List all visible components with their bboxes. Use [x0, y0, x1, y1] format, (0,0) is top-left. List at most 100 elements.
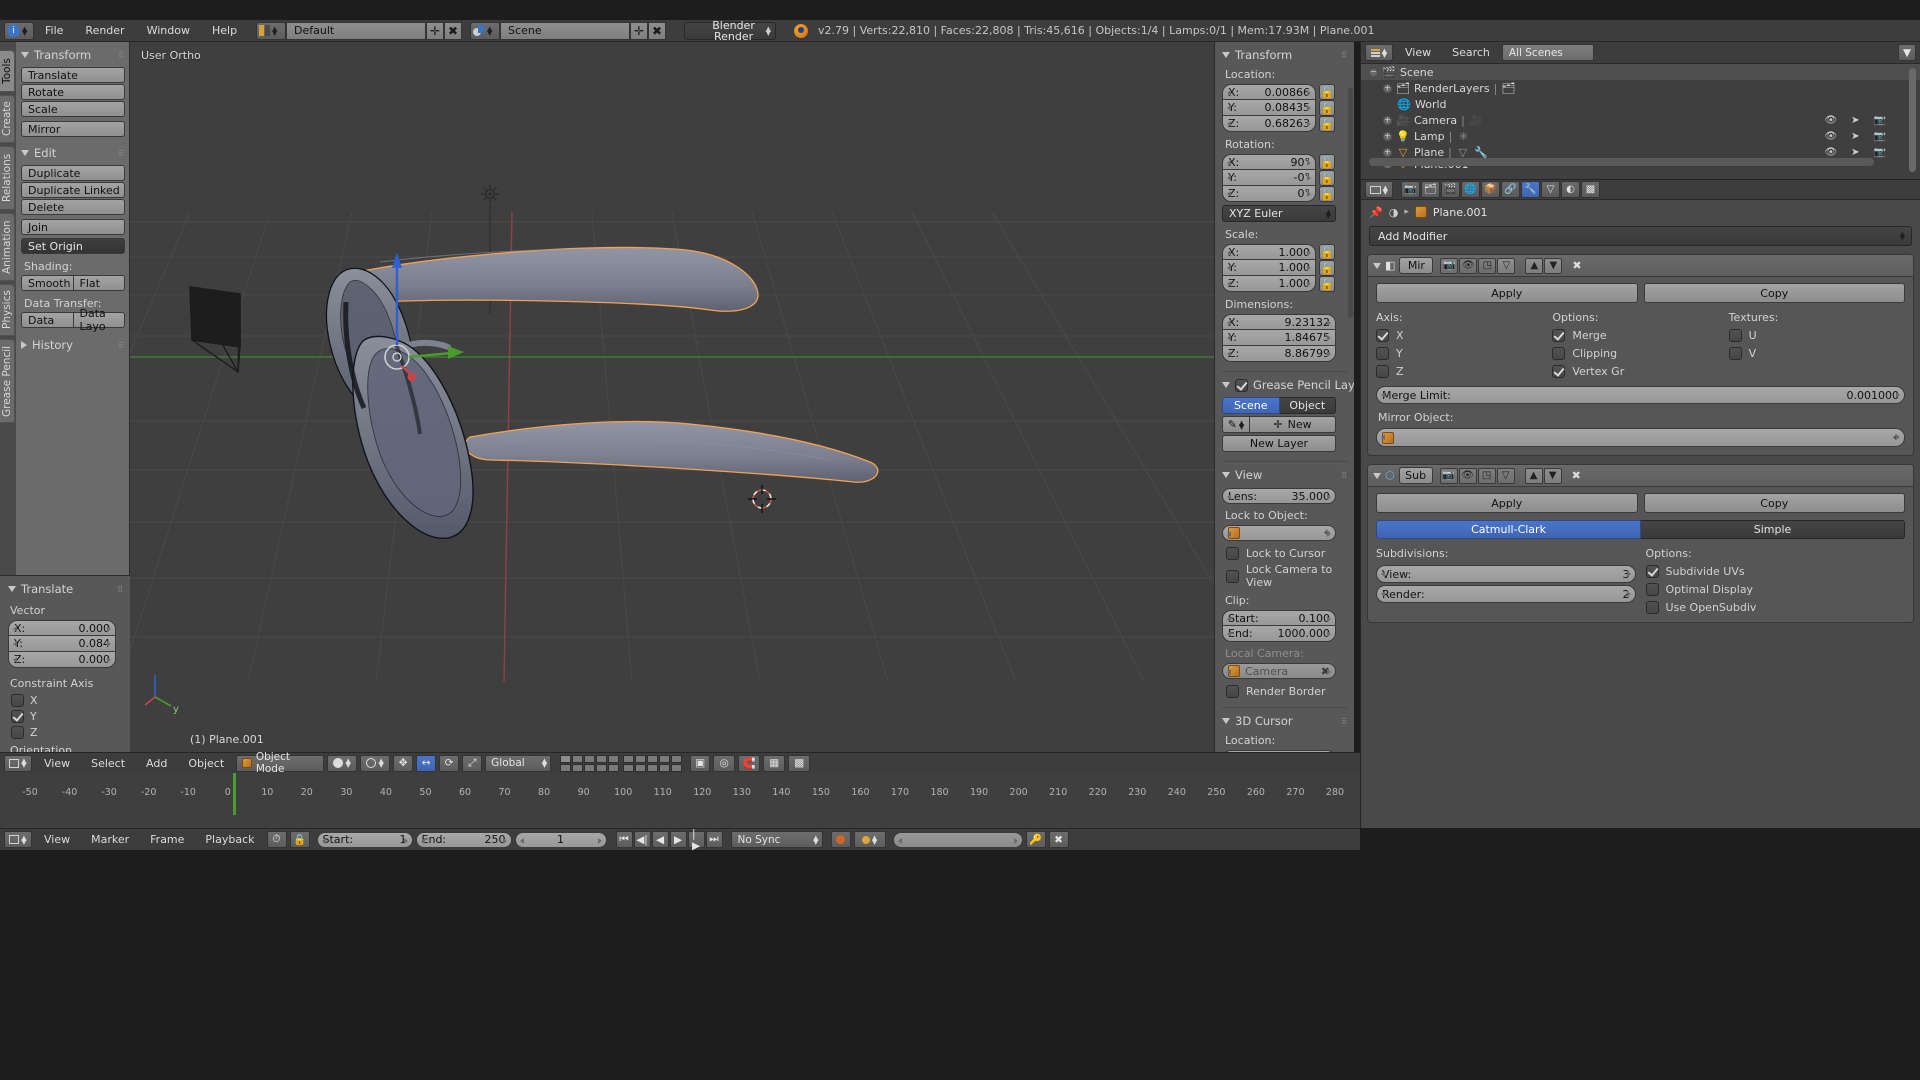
location-x-lock-icon[interactable]: 🔓 — [1319, 84, 1335, 100]
mirror-texture-u-row[interactable]: U — [1728, 329, 1905, 342]
tab-create[interactable]: Create — [0, 95, 15, 143]
collapse-icon[interactable]: − — [1369, 67, 1378, 77]
mirror-viewport-visibility-icon[interactable]: 👁 — [1459, 257, 1478, 274]
mirror-render-visibility-icon[interactable]: 📷 — [1440, 257, 1459, 274]
constraint-axis-x-row[interactable]: X — [11, 694, 124, 707]
tab-modifiers[interactable]: 🔧 — [1521, 181, 1540, 198]
tab-object[interactable]: 📦 — [1481, 181, 1500, 198]
camera-selectable-cursor-icon[interactable]: ➤ — [1851, 115, 1859, 126]
subsurf-move-down-icon[interactable]: ▼ — [1543, 467, 1562, 484]
viewport-menu-select[interactable]: Select — [82, 757, 134, 770]
subsurf-viewport-visibility-icon[interactable]: 👁 — [1458, 467, 1477, 484]
render-final-icon[interactable]: ▩ — [788, 754, 811, 772]
grease-pencil-object-button[interactable]: Object — [1279, 397, 1336, 414]
location-z-field[interactable]: Z: 0.68263 — [1222, 116, 1316, 132]
subsurf-render-field[interactable]: Render: 2 — [1376, 585, 1636, 603]
local-camera-field[interactable]: Camera ✖ — [1222, 663, 1336, 679]
clip-end-field[interactable]: End: 1000.000 — [1222, 626, 1336, 642]
outliner-row-scene[interactable]: − 🎬 Scene — [1361, 64, 1920, 80]
rotation-z-lock-icon[interactable]: 🔓 — [1319, 186, 1335, 202]
timeline-menu-marker[interactable]: Marker — [82, 833, 138, 846]
scale-z-field[interactable]: Z: 1.000 — [1222, 276, 1316, 292]
tab-tools[interactable]: Tools — [0, 50, 15, 92]
mirror-modifier-header[interactable]: ◧ Mir 📷 👁 ◳ ▽ ▲ ▼ ✖ — [1368, 255, 1913, 277]
translate-button[interactable]: Translate — [21, 67, 125, 83]
render-border-row[interactable]: Render Border — [1226, 685, 1348, 698]
tab-world[interactable]: 🌐 — [1461, 181, 1480, 198]
rotate-button[interactable]: Rotate — [21, 84, 125, 100]
add-screen-layout-button[interactable]: ✛ — [426, 21, 445, 40]
delete-screen-layout-button[interactable]: ✖ — [444, 21, 463, 40]
jump-to-start-icon[interactable]: ⏮ — [615, 831, 633, 848]
tab-relations[interactable]: Relations — [0, 146, 15, 210]
timeline-ruler[interactable]: -50 -40 -30 -20 -10 0 10 20 30 40 50 60 70 80 90 100 110… — [0, 773, 1360, 815]
tab-physics[interactable]: Physics — [0, 284, 15, 336]
grease-pencil-panel-header[interactable]: Grease Pencil Layers — [1222, 378, 1354, 392]
constraint-axis-y-row[interactable]: Y — [11, 710, 124, 723]
constraint-axis-z-checkbox[interactable] — [11, 726, 24, 739]
dimensions-x-field[interactable]: X: 9.23132 — [1222, 314, 1336, 330]
editor-type-icon[interactable]: ▲ ▼ — [4, 754, 32, 772]
mirror-axis-x-row[interactable]: X — [1376, 329, 1552, 342]
lamp-data-icon[interactable]: ✳ — [1456, 130, 1470, 143]
constraint-axis-y-checkbox[interactable] — [11, 710, 24, 723]
use-opensubdiv-row[interactable]: Use OpenSubdiv — [1645, 601, 1906, 614]
mirror-move-up-icon[interactable]: ▲ — [1525, 257, 1544, 274]
timeline-editor[interactable]: -50 -40 -30 -20 -10 0 10 20 30 40 50 60 70 80 90 100 110… — [0, 773, 1360, 828]
scale-x-field[interactable]: X: 1.000 — [1222, 244, 1316, 260]
set-origin-button[interactable]: Set Origin — [21, 238, 125, 254]
mesh-data-icon[interactable]: ▽ — [1456, 146, 1470, 159]
outliner-editor[interactable]: ▲ ▼ View Search All Scenes ▼ − 🎬 Scene + … — [1360, 42, 1920, 179]
mirror-merge-checkbox[interactable] — [1552, 329, 1566, 342]
chevron-down-icon[interactable] — [1373, 262, 1381, 269]
use-preview-range-icon[interactable]: ⏱ — [266, 831, 287, 848]
viewport-shading-icon[interactable]: ▲ ▼ — [327, 754, 358, 772]
view-panel-header[interactable]: View ⠿ — [1222, 468, 1348, 482]
subsurf-move-up-icon[interactable]: ▲ — [1524, 467, 1543, 484]
scale-x-lock-icon[interactable]: 🔓 — [1319, 244, 1335, 260]
rotation-mode-select[interactable]: XYZ Euler ▲ ▼ — [1222, 205, 1336, 222]
camera-data-icon[interactable]: 🎥 — [1469, 114, 1483, 127]
join-button[interactable]: Join — [21, 219, 125, 235]
snap-magnet-icon[interactable]: 🧲 — [738, 754, 761, 772]
previous-keyframe-icon[interactable]: ◀| — [633, 831, 651, 848]
tab-animation[interactable]: Animation — [0, 213, 15, 281]
delete-keyframe-icon[interactable]: ✖ — [1048, 831, 1069, 848]
mirror-move-down-icon[interactable]: ▼ — [1544, 257, 1563, 274]
tab-render-layers[interactable]: 🗂 — [1421, 181, 1440, 198]
eyedropper-icon[interactable]: ⌖ — [1893, 431, 1899, 445]
mirror-axis-z-checkbox[interactable] — [1376, 365, 1389, 378]
plane-renderable-icon[interactable]: 📷 — [1874, 147, 1886, 158]
mirror-axis-y-row[interactable]: Y — [1376, 347, 1552, 360]
data-transfer-button[interactable]: Data — [21, 312, 74, 328]
jump-to-end-icon[interactable]: ⏭ — [705, 831, 723, 848]
use-opensubdiv-checkbox[interactable] — [1645, 601, 1659, 614]
subsurf-catmull-clark-button[interactable]: Catmull-Clark — [1376, 520, 1641, 539]
subsurf-view-field[interactable]: View: 3 — [1376, 565, 1636, 583]
rotation-y-lock-icon[interactable]: 🔓 — [1319, 170, 1335, 186]
subsurf-apply-button[interactable]: Apply — [1376, 493, 1638, 513]
subsurf-modifier-name-field[interactable]: Sub — [1398, 467, 1433, 484]
expand-icon[interactable]: + — [1383, 147, 1392, 157]
frame-start-field[interactable]: Start: 1 — [316, 831, 413, 848]
mirror-vertex-group-row[interactable]: Vertex Gr — [1552, 365, 1728, 378]
current-frame-field[interactable]: 1 — [514, 831, 607, 848]
timeline-editor-icon[interactable]: ▲ ▼ — [4, 831, 32, 848]
clip-start-field[interactable]: Start: 0.100 — [1222, 610, 1336, 626]
next-keyframe-icon[interactable]: |▶ — [687, 828, 705, 852]
mirror-axis-y-checkbox[interactable] — [1376, 347, 1389, 360]
mirror-merge-row[interactable]: Merge — [1552, 329, 1728, 342]
scale-button[interactable]: Scale — [21, 101, 125, 117]
translate-z-field[interactable]: Z: 0.000 — [8, 652, 116, 668]
dimensions-y-field[interactable]: Y: 1.84675 — [1222, 330, 1336, 346]
tab-scene[interactable]: 🎬 — [1441, 181, 1460, 198]
translate-x-field[interactable]: X: 0.000 — [8, 620, 116, 636]
mirror-texture-v-row[interactable]: V — [1728, 347, 1905, 360]
grease-pencil-new-button[interactable]: ✛ New — [1250, 416, 1336, 433]
n-panel-scrollbar[interactable] — [1348, 88, 1353, 318]
duplicate-button[interactable]: Duplicate — [21, 165, 125, 181]
timeline-playhead[interactable] — [233, 773, 236, 815]
3d-viewport[interactable]: y User Ortho (1) Plane.001 — [130, 42, 1214, 752]
scene-name-field[interactable]: Scene — [500, 21, 631, 40]
subsurf-simple-button[interactable]: Simple — [1641, 520, 1905, 539]
